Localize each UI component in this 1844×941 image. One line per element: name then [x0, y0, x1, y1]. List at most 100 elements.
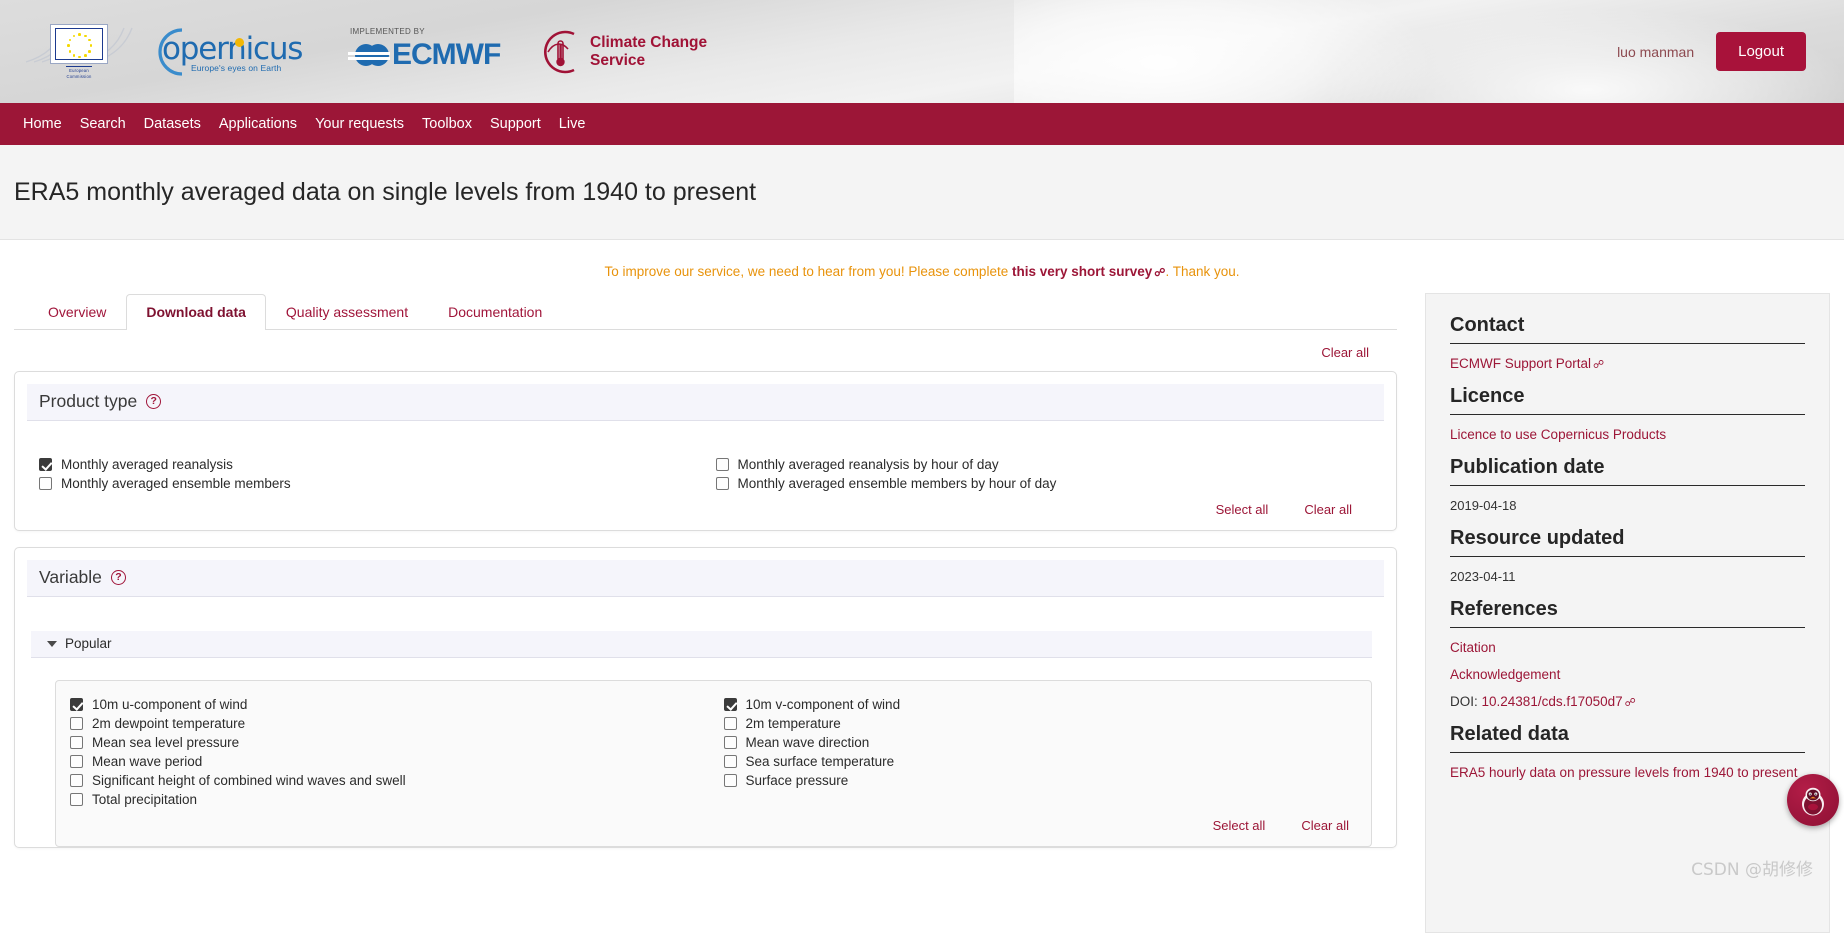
variable-accordion-body: 10m u-component of wind 2m dewpoint temp…	[55, 680, 1372, 847]
sidebar-column: Contact ECMWF Support Portal ☍ Licence Li…	[1425, 293, 1839, 933]
divider	[1450, 485, 1805, 486]
variable-select-all-button[interactable]: Select all	[1207, 817, 1272, 834]
product-type-column-right: Monthly averaged reanalysis by hour of d…	[715, 455, 1373, 493]
checkbox-label: 10m v-component of wind	[745, 697, 901, 712]
checkbox-label: Significant height of combined wind wave…	[92, 773, 406, 788]
product-type-select-all-button[interactable]: Select all	[1210, 501, 1275, 518]
survey-link[interactable]: this very short survey ☍	[1012, 264, 1165, 279]
watermark-text: CSDN @胡修修	[1691, 860, 1813, 880]
checkbox-label: Mean wave direction	[745, 735, 870, 750]
european-commission-logo: European Commission	[25, 24, 133, 79]
external-link-icon: ☍	[1593, 359, 1605, 371]
link-acknowledgement[interactable]: Acknowledgement	[1450, 667, 1805, 682]
checkbox-mean-wave-direction[interactable]: Mean wave direction	[723, 733, 1358, 752]
checkbox-monthly-averaged-reanalysis[interactable]: Monthly averaged reanalysis	[39, 455, 696, 474]
checkbox-box[interactable]	[723, 736, 737, 749]
checkbox-label: Sea surface temperature	[745, 754, 895, 769]
checkbox-significant-height-of-combined-wind-waves-and-swell[interactable]: Significant height of combined wind wave…	[70, 771, 704, 790]
checkbox-box[interactable]	[39, 477, 52, 490]
username-label: luo manman	[1617, 43, 1695, 60]
sidebar-heading-publication-date: Publication date	[1450, 456, 1605, 478]
nav-item-applications[interactable]: Applications	[210, 103, 306, 145]
eu-flag-icon	[50, 24, 108, 65]
tab-overview[interactable]: Overview	[28, 294, 126, 330]
checkbox-10m-u-component-of-wind[interactable]: 10m u-component of wind	[70, 695, 704, 714]
doi-link[interactable]: 10.24381/cds.f17050d7 ☍	[1482, 694, 1636, 709]
tab-quality-assessment[interactable]: Quality assessment	[266, 294, 428, 330]
checkbox-mean-sea-level-pressure[interactable]: Mean sea level pressure	[70, 733, 704, 752]
checkbox-total-precipitation[interactable]: Total precipitation	[70, 790, 704, 809]
variable-accordion-popular[interactable]: Popular	[31, 631, 1372, 658]
checkbox-monthly-averaged-reanalysis-by-hour-of-day[interactable]: Monthly averaged reanalysis by hour of d…	[715, 455, 1373, 474]
doi-row: DOI: 10.24381/cds.f17050d7 ☍	[1450, 694, 1805, 709]
checkbox-monthly-averaged-ensemble-members-by-hour-of-day[interactable]: Monthly averaged ensemble members by hou…	[715, 474, 1373, 493]
checkbox-label: Surface pressure	[745, 773, 849, 788]
chat-bird-icon	[1802, 787, 1824, 816]
checkbox-box[interactable]	[39, 458, 52, 471]
checkbox-box[interactable]	[723, 774, 737, 787]
c3s-logo: Climate Change Service	[532, 26, 722, 78]
doi-label: DOI:	[1450, 694, 1482, 709]
link-ecmwf-support-portal[interactable]: ECMWF Support Portal ☍	[1450, 356, 1805, 371]
checkbox-label: 2m temperature	[745, 716, 841, 731]
checkbox-box[interactable]	[70, 755, 83, 768]
page-title: ERA5 monthly averaged data on single lev…	[14, 177, 757, 206]
nav-item-support[interactable]: Support	[481, 103, 550, 145]
checkbox-box[interactable]	[70, 717, 83, 730]
product-type-body: Monthly averaged reanalysis Monthly aver…	[27, 421, 1384, 530]
copernicus-tagline: Europe's eyes on Earth	[191, 62, 282, 73]
checkbox-monthly-averaged-ensemble-members[interactable]: Monthly averaged ensemble members	[39, 474, 696, 493]
checkbox-surface-pressure[interactable]: Surface pressure	[723, 771, 1358, 790]
chevron-down-icon	[47, 640, 57, 647]
checkbox-2m-temperature[interactable]: 2m temperature	[723, 714, 1358, 733]
checkbox-label: Total precipitation	[92, 792, 198, 807]
site-header: European Commission opernicus Europe's e…	[0, 0, 1844, 103]
c3s-wordmark: Climate Change Service	[590, 33, 708, 69]
product-type-column-left: Monthly averaged reanalysis Monthly aver…	[39, 455, 696, 493]
main-navigation: Home Search Datasets Applications Your r…	[0, 103, 1844, 145]
checkbox-box[interactable]	[723, 755, 737, 768]
tab-documentation[interactable]: Documentation	[428, 294, 562, 330]
checkbox-10m-v-component-of-wind[interactable]: 10m v-component of wind	[723, 695, 1358, 714]
link-citation[interactable]: Citation	[1450, 640, 1805, 655]
help-icon[interactable]: ?	[146, 394, 162, 409]
checkbox-2m-dewpoint-temperature[interactable]: 2m dewpoint temperature	[70, 714, 704, 733]
product-type-clear-all-button[interactable]: Clear all	[1298, 501, 1358, 518]
checkbox-sea-surface-temperature[interactable]: Sea surface temperature	[723, 752, 1358, 771]
checkbox-mean-wave-period[interactable]: Mean wave period	[70, 752, 704, 771]
checkbox-box[interactable]	[70, 736, 83, 749]
checkbox-box[interactable]	[715, 477, 729, 490]
product-type-panel: Product type ? Monthly averaged reanalys…	[14, 371, 1397, 531]
checkbox-label: 10m u-component of wind	[92, 697, 248, 712]
product-type-header: Product type ?	[27, 384, 1384, 421]
ecmwf-mark-icon	[348, 43, 390, 66]
checkbox-box[interactable]	[70, 774, 83, 787]
checkbox-box[interactable]	[723, 717, 737, 730]
checkbox-box[interactable]	[715, 458, 729, 471]
nav-item-datasets[interactable]: Datasets	[135, 103, 210, 145]
checkbox-box[interactable]	[70, 698, 83, 711]
checkbox-box[interactable]	[70, 793, 83, 806]
checkbox-label: 2m dewpoint temperature	[92, 716, 246, 731]
nav-item-toolbox[interactable]: Toolbox	[413, 103, 481, 145]
link-licence-to-use-copernicus-products[interactable]: Licence to use Copernicus Products	[1450, 427, 1805, 442]
nav-item-search[interactable]: Search	[71, 103, 135, 145]
publication-date-value: 2019-04-18	[1450, 498, 1517, 513]
link-era5-hourly-pressure-levels[interactable]: ERA5 hourly data on pressure levels from…	[1450, 765, 1805, 780]
sidebar-heading-licence: Licence	[1450, 385, 1525, 407]
form-clear-all-row: Clear all	[14, 330, 1397, 371]
checkbox-box[interactable]	[723, 698, 737, 711]
variable-clear-all-button[interactable]: Clear all	[1295, 817, 1355, 834]
logout-button[interactable]: Logout	[1716, 32, 1806, 71]
nav-item-live[interactable]: Live	[550, 103, 595, 145]
nav-item-your-requests[interactable]: Your requests	[306, 103, 413, 145]
clear-all-form-button[interactable]: Clear all	[1315, 344, 1375, 361]
survey-banner: To improve our service, we need to hear …	[0, 240, 1844, 293]
tab-download-data[interactable]: Download data	[126, 294, 266, 330]
copernicus-wordmark: opernicus	[162, 30, 303, 67]
checkbox-label: Mean wave period	[92, 754, 203, 769]
chat-support-button[interactable]	[1787, 774, 1839, 826]
dataset-sidebar: Contact ECMWF Support Portal ☍ Licence Li…	[1425, 293, 1839, 933]
help-icon[interactable]: ?	[110, 570, 126, 585]
nav-item-home[interactable]: Home	[14, 103, 71, 145]
